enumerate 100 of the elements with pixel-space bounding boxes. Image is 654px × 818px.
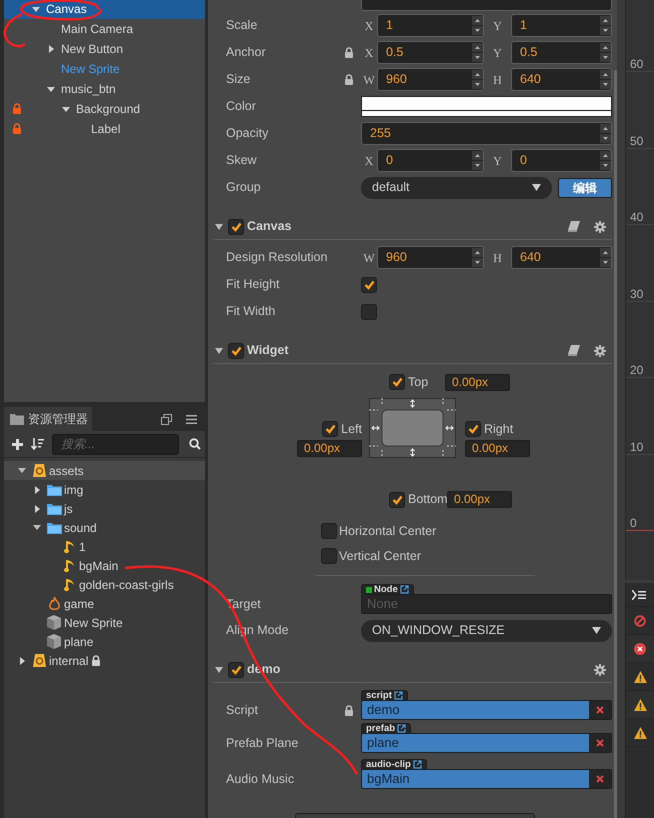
link-icon[interactable] — [394, 691, 403, 700]
spinner-icon[interactable] — [600, 124, 611, 143]
checkbox[interactable] — [321, 523, 337, 539]
caret-right-icon[interactable] — [34, 504, 40, 512]
checkbox[interactable] — [389, 374, 405, 390]
number-field[interactable] — [361, 0, 612, 11]
color-swatch[interactable] — [361, 96, 612, 117]
reference-field[interactable]: plane — [361, 733, 612, 753]
spinner-icon[interactable] — [600, 248, 611, 267]
gear-icon[interactable] — [594, 344, 606, 356]
number-field[interactable]: 960 — [377, 246, 484, 269]
spinner-icon[interactable] — [472, 43, 483, 62]
tree-row[interactable]: sound — [4, 518, 205, 537]
spinner-icon[interactable] — [600, 16, 611, 35]
spinner-icon[interactable] — [600, 151, 611, 170]
checkbox[interactable] — [465, 421, 481, 438]
checkbox[interactable] — [389, 492, 405, 508]
checkbox[interactable] — [321, 548, 337, 564]
menu-icon[interactable] — [186, 414, 197, 424]
offset-field[interactable]: 0.00px — [445, 374, 510, 390]
book-icon[interactable] — [568, 221, 580, 232]
number-field[interactable]: 0 — [377, 149, 484, 172]
link-icon[interactable] — [397, 724, 406, 733]
search-field[interactable]: 搜索... — [52, 434, 179, 454]
clear-log-icon[interactable] — [634, 614, 646, 626]
component-header[interactable]: Widget — [213, 338, 612, 364]
database-icon — [32, 653, 46, 668]
reference-field[interactable]: bgMain — [361, 769, 612, 789]
book-icon[interactable] — [568, 345, 580, 356]
caret-down-icon[interactable] — [18, 468, 26, 473]
caret-down-icon[interactable] — [33, 525, 41, 530]
number-field[interactable]: 255 — [361, 122, 612, 145]
clear-icon[interactable] — [596, 739, 604, 747]
dropdown[interactable]: default — [361, 176, 552, 198]
link-icon[interactable] — [400, 585, 409, 594]
spinner-icon[interactable] — [600, 43, 611, 62]
caret-down-icon[interactable] — [32, 6, 40, 12]
spinner-icon[interactable] — [600, 70, 611, 89]
ruler-label: 20 — [630, 362, 644, 379]
tree-row[interactable]: Label — [4, 119, 205, 139]
plus-icon[interactable] — [12, 438, 23, 450]
clear-icon[interactable] — [596, 775, 604, 783]
scrollbar[interactable] — [614, 70, 617, 818]
checkbox[interactable] — [361, 304, 377, 320]
number-field[interactable]: 0 — [511, 149, 612, 172]
tree-row[interactable]: assets — [4, 461, 205, 480]
offset-field[interactable]: 0.00px — [447, 491, 512, 508]
offset-field[interactable]: 0.00px — [465, 440, 530, 457]
checkbox[interactable] — [322, 421, 338, 438]
tree-row[interactable]: game — [4, 594, 205, 613]
spinner-icon[interactable] — [472, 248, 483, 267]
component-header[interactable]: Canvas — [213, 214, 612, 240]
tree-row[interactable]: js — [4, 499, 205, 518]
tree-row[interactable]: plane — [4, 632, 205, 651]
sort-icon[interactable] — [31, 438, 44, 450]
dropdown[interactable]: ON_WINDOW_RESIZE — [361, 620, 612, 642]
checkbox[interactable] — [228, 342, 244, 358]
number-field[interactable]: 960 — [377, 68, 484, 91]
number-field[interactable]: 0.5 — [511, 41, 612, 64]
tree-row[interactable]: Main Camera — [4, 19, 205, 39]
tree-row[interactable]: img — [4, 480, 205, 499]
tree-row[interactable]: music_btn — [4, 79, 205, 99]
offset-field[interactable]: 0.00px — [297, 440, 362, 457]
gear-icon[interactable] — [594, 220, 606, 232]
caret-down-icon[interactable] — [62, 106, 70, 112]
panel-tab[interactable]: 资源管理器 — [4, 407, 92, 431]
edit-button[interactable]: 编辑 — [558, 178, 612, 198]
spinner-icon[interactable] — [472, 70, 483, 89]
tree-row[interactable]: New Button — [4, 39, 205, 59]
tree-row[interactable]: Canvas — [4, 0, 205, 19]
number-field[interactable]: 1 — [511, 14, 612, 37]
tree-row[interactable]: Background — [4, 99, 205, 119]
link-icon[interactable] — [412, 760, 422, 769]
caret-down-icon[interactable] — [215, 224, 223, 230]
number-field[interactable]: 640 — [511, 246, 612, 269]
checkbox[interactable] — [228, 218, 244, 234]
gear-icon[interactable] — [594, 664, 606, 676]
tree-row[interactable]: internal — [4, 651, 205, 670]
tree-row[interactable]: golden-coast-girls — [4, 575, 205, 594]
caret-down-icon[interactable] — [215, 348, 223, 354]
caret-right-icon[interactable] — [34, 486, 40, 494]
caret-right-icon[interactable] — [20, 656, 24, 664]
search-icon[interactable] — [189, 438, 201, 450]
caret-right-icon[interactable] — [48, 45, 54, 53]
tree-row[interactable]: 1 — [4, 537, 205, 556]
console-icon[interactable] — [632, 590, 646, 600]
number-field[interactable]: 640 — [511, 68, 612, 91]
number-field[interactable]: 1 — [377, 14, 484, 37]
tree-row[interactable]: bgMain — [4, 556, 205, 575]
caret-down-icon[interactable] — [215, 666, 223, 672]
caret-down-icon[interactable] — [47, 86, 55, 92]
checkbox[interactable] — [361, 276, 377, 292]
reference-field[interactable]: demo — [361, 700, 612, 720]
clear-icon[interactable] — [596, 706, 604, 714]
spinner-icon[interactable] — [472, 16, 483, 35]
tree-row[interactable]: New Sprite — [4, 613, 205, 632]
restore-icon[interactable] — [161, 414, 172, 424]
number-field[interactable]: 0.5 — [377, 41, 484, 64]
spinner-icon[interactable] — [472, 151, 483, 170]
checkbox[interactable] — [228, 662, 244, 678]
